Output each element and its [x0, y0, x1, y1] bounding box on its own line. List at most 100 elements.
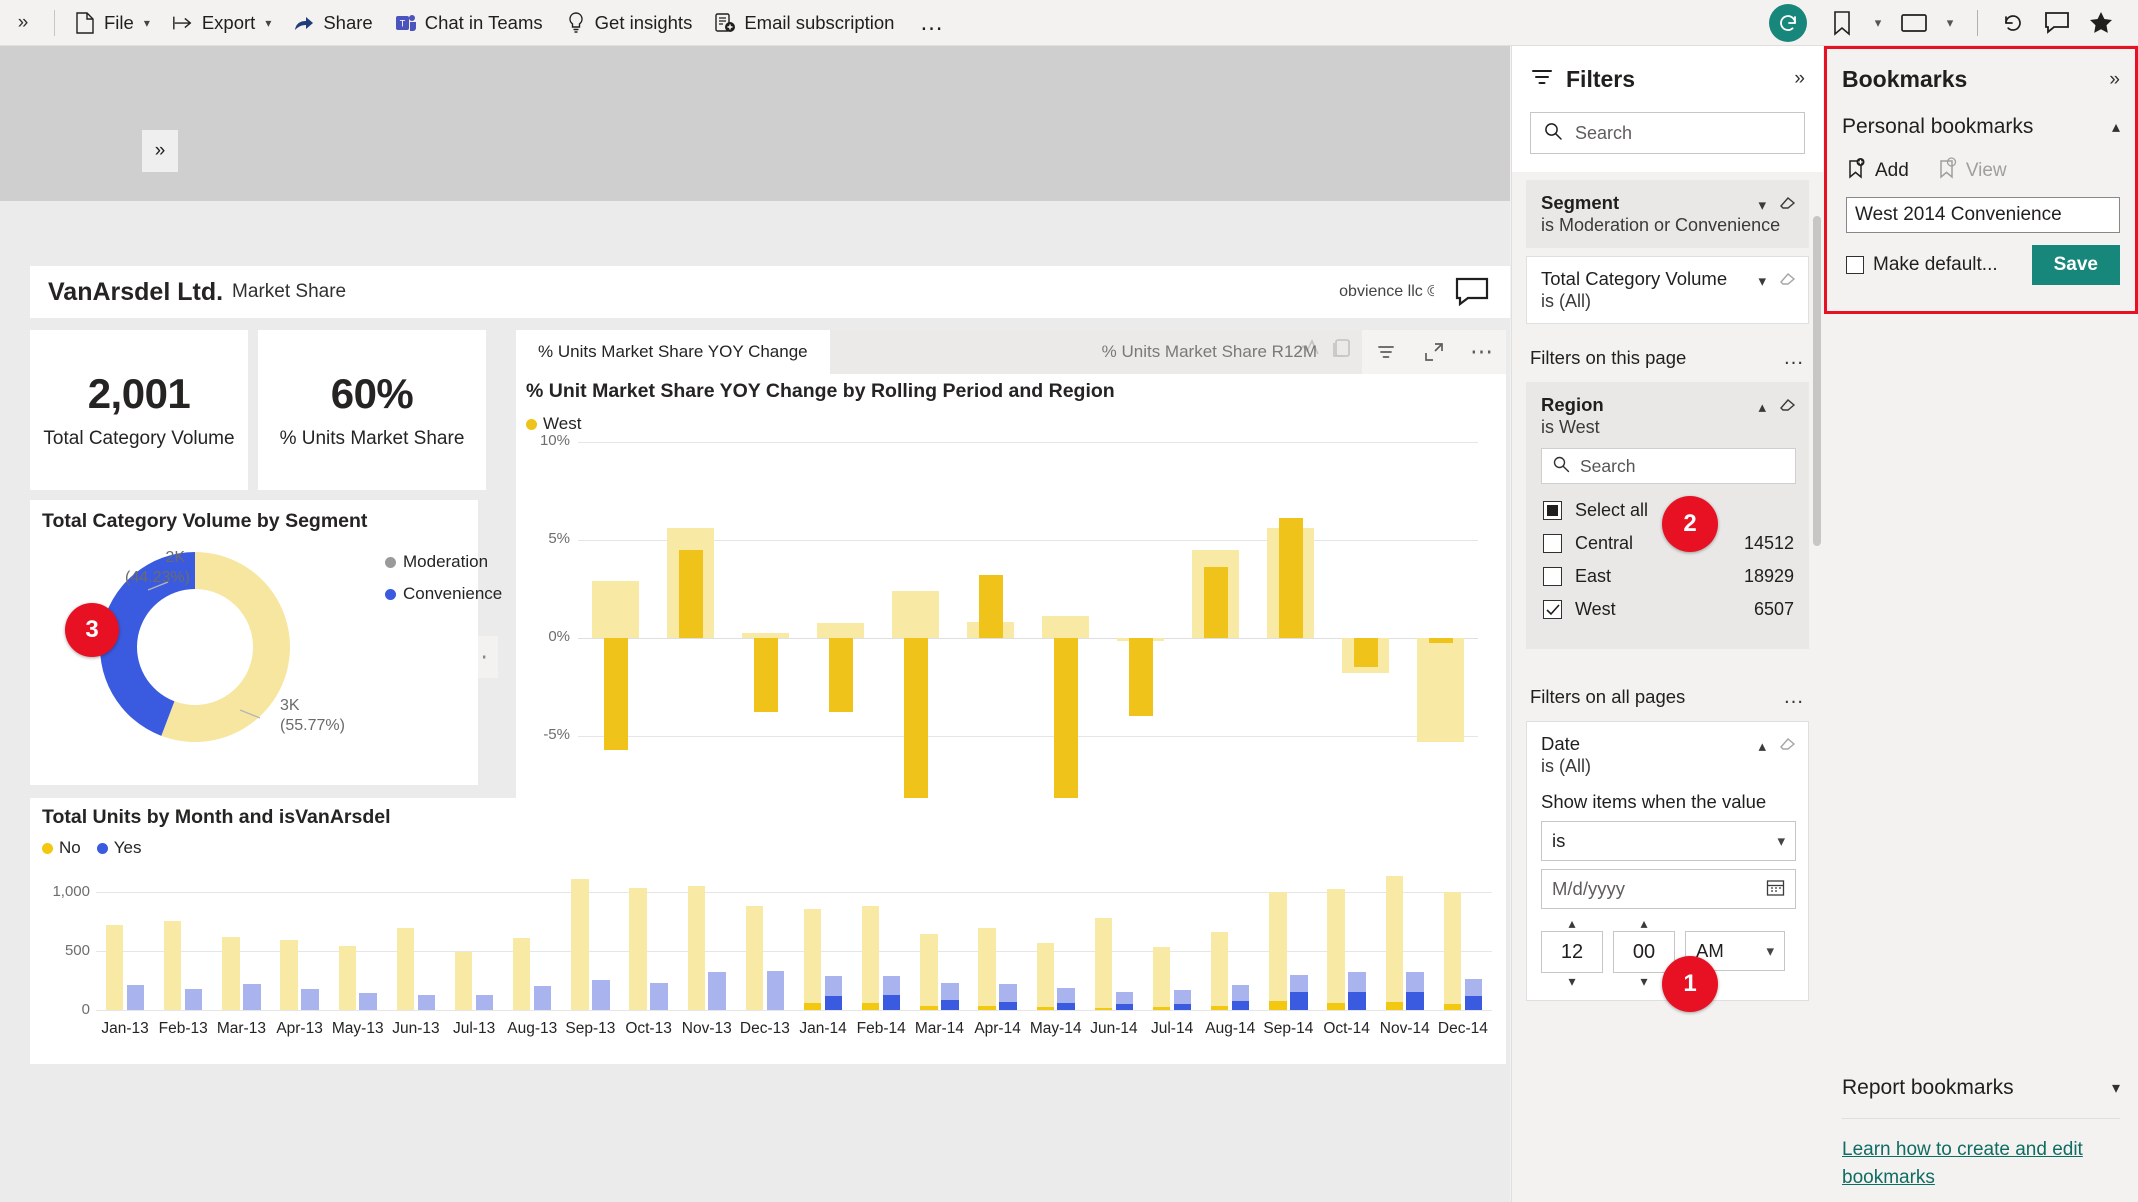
section-more-button[interactable]: … — [1783, 346, 1805, 370]
bar-yes-total[interactable] — [184, 988, 203, 1010]
filters-search-input[interactable] — [1575, 122, 1792, 144]
personal-bookmarks-section[interactable]: Personal bookmarks ▴ — [1824, 93, 2138, 139]
bar-no-highlight[interactable] — [1385, 1001, 1403, 1010]
bar-no-total[interactable] — [1443, 892, 1462, 1010]
donut-chart[interactable] — [90, 542, 300, 752]
bar-no-highlight[interactable] — [1443, 1004, 1462, 1010]
chevron-down-icon[interactable]: ▾ — [144, 16, 150, 30]
favorite-icon[interactable] — [2080, 2, 2122, 44]
bar-no-total[interactable] — [687, 885, 705, 1010]
bar-no-total[interactable] — [1036, 943, 1054, 1010]
date-filter-card[interactable]: Date is (All) ▴ Show items when the valu… — [1526, 721, 1809, 1001]
chevron-down-icon[interactable]: ▾ — [1758, 272, 1766, 290]
bar-no-total[interactable] — [629, 888, 647, 1010]
date-value-input[interactable]: M/d/yyyy — [1541, 869, 1796, 909]
region-search-box[interactable]: Search — [1541, 448, 1796, 484]
report-bookmarks-section[interactable]: Report bookmarks ▾ — [1824, 1076, 2138, 1100]
chevron-down-icon[interactable]: ▾ — [1937, 2, 1963, 44]
view-icon[interactable] — [1893, 2, 1935, 44]
bar-yes-highlight[interactable] — [882, 995, 901, 1010]
bar-highlight[interactable] — [978, 575, 1003, 638]
filter-card-total-category-volume[interactable]: Total Category Volume is (All) ▾ — [1526, 256, 1809, 324]
visual-comment-button[interactable] — [1434, 266, 1510, 318]
bar-yes-total[interactable] — [359, 993, 377, 1010]
checkbox-unchecked-icon[interactable] — [1543, 534, 1562, 553]
bar-background[interactable] — [1417, 638, 1464, 742]
bar-yes-highlight[interactable] — [941, 1000, 959, 1010]
bar-no-total[interactable] — [571, 879, 589, 1010]
ribbon-item-file[interactable]: File ▾ — [63, 3, 161, 43]
bar-highlight[interactable] — [828, 638, 853, 712]
refresh-icon[interactable] — [1992, 2, 2034, 44]
focus-icon[interactable] — [1410, 330, 1458, 374]
ribbon-overflow-button[interactable]: … — [905, 9, 959, 37]
bar-no-total[interactable] — [338, 945, 356, 1010]
bar-no-total[interactable] — [803, 908, 822, 1010]
bar-yes-highlight[interactable] — [1348, 992, 1366, 1010]
units-by-month-visual[interactable]: Total Units by Month and isVanArsdel No … — [30, 798, 1506, 1064]
filters-expand-icon[interactable]: » — [1794, 68, 1805, 90]
bar-yes-total[interactable] — [650, 982, 668, 1010]
bar-no-highlight[interactable] — [803, 1002, 822, 1010]
bar-no-highlight[interactable] — [862, 1003, 880, 1010]
chevron-up-icon[interactable]: ▴ — [1758, 737, 1766, 755]
bar-yes-highlight[interactable] — [824, 996, 843, 1010]
checkbox-checked-icon[interactable] — [1543, 600, 1562, 619]
bar-no-total[interactable] — [1269, 891, 1287, 1010]
date-operator-select[interactable]: is ▾ — [1541, 821, 1796, 861]
bar-no-highlight[interactable] — [1094, 1007, 1113, 1010]
comment-icon[interactable] — [2036, 2, 2078, 44]
bar-yes-total[interactable] — [592, 980, 610, 1010]
region-option-east[interactable]: East 18929 — [1541, 560, 1796, 593]
chevron-down-icon[interactable]: ▾ — [1541, 973, 1603, 989]
checkbox-partial-icon[interactable] — [1543, 501, 1562, 520]
expand-panel-button[interactable]: » — [142, 130, 178, 172]
bar-no-total[interactable] — [164, 920, 182, 1010]
checkbox-unchecked-icon[interactable] — [1846, 256, 1864, 274]
bookmarks-expand-icon[interactable]: » — [2109, 69, 2120, 91]
bar-highlight[interactable] — [1428, 638, 1453, 643]
bar-no-total[interactable] — [978, 928, 996, 1010]
eraser-icon[interactable] — [1778, 268, 1798, 293]
eraser-icon[interactable] — [1778, 192, 1798, 217]
bar-no-total[interactable] — [454, 952, 473, 1010]
bar-yes-total[interactable] — [417, 994, 436, 1010]
hour-value[interactable]: 12 — [1541, 931, 1603, 973]
bar-no-total[interactable] — [745, 905, 764, 1010]
filter-icon[interactable] — [1362, 330, 1410, 374]
bar-no-highlight[interactable] — [1211, 1006, 1229, 1010]
chevron-down-icon[interactable]: ▾ — [265, 16, 271, 30]
bookmark-name-field[interactable] — [1846, 197, 2120, 233]
ribbon-item-email-subscription[interactable]: Email subscription — [703, 3, 905, 43]
bar-highlight[interactable] — [1128, 638, 1153, 717]
minute-value[interactable]: 00 — [1613, 931, 1675, 973]
checkbox-unchecked-icon[interactable] — [1543, 567, 1562, 586]
bar-highlight[interactable] — [1278, 518, 1303, 638]
bar-yes-total[interactable] — [301, 988, 319, 1010]
bar-highlight[interactable] — [678, 549, 703, 638]
bar-no-total[interactable] — [513, 938, 531, 1010]
section-more-button[interactable]: … — [1783, 685, 1805, 709]
ribbon-item-share[interactable]: Share — [282, 3, 383, 43]
bar-yes-total[interactable] — [708, 972, 726, 1010]
bar-no-total[interactable] — [396, 928, 415, 1010]
filter-card-segment[interactable]: Segment is Moderation or Convenience ▾ — [1526, 180, 1809, 248]
bar-no-highlight[interactable] — [1036, 1007, 1054, 1010]
kpi-card-units-market-share[interactable]: 60% % Units Market Share — [258, 330, 486, 490]
reset-icon[interactable] — [1769, 3, 1807, 42]
more-icon[interactable]: ⋯ — [1458, 330, 1506, 374]
bar-no-total[interactable] — [1094, 917, 1113, 1010]
bar-yes-total[interactable] — [126, 984, 145, 1010]
bar-no-highlight[interactable] — [978, 1006, 996, 1010]
bookmark-name-input[interactable] — [1855, 204, 2111, 226]
bar-yes-highlight[interactable] — [1115, 1003, 1134, 1010]
eraser-icon[interactable] — [1778, 394, 1798, 419]
bar-yes-highlight[interactable] — [1173, 1003, 1192, 1010]
chevron-down-icon[interactable]: ▾ — [2112, 1078, 2120, 1098]
ribbon-collapse-icon[interactable]: » — [0, 0, 46, 46]
bar-no-total[interactable] — [920, 933, 938, 1010]
legend-convenience[interactable]: Convenience — [385, 584, 502, 604]
yoy-chart-plot[interactable] — [578, 442, 1478, 835]
bar-no-total[interactable] — [105, 924, 124, 1010]
bar-background[interactable] — [592, 581, 639, 638]
